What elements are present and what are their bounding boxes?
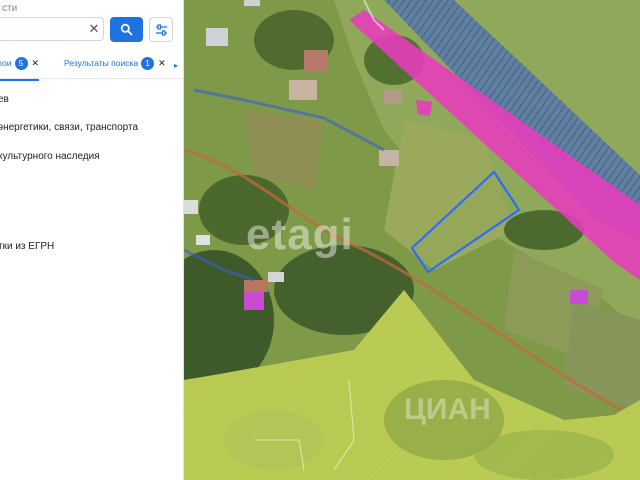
building: [304, 50, 328, 72]
satellite-map[interactable]: etagi ЦИАН: [184, 0, 640, 480]
tab-search-results[interactable]: Результаты поиска 1 ✕: [64, 57, 166, 75]
building: [379, 150, 399, 166]
tabs-divider: [0, 78, 183, 79]
tab-label: лои: [0, 57, 12, 68]
clear-icon[interactable]: ✕: [86, 21, 102, 37]
building: [206, 28, 228, 46]
search-button[interactable]: [110, 17, 143, 42]
building: [184, 200, 198, 214]
watermark: ЦИАН: [404, 393, 491, 426]
left-panel: сти ✕ лои5✕ Результаты поиска1✕ ▸ ев эне…: [0, 0, 184, 480]
forest-canopy: [474, 430, 614, 480]
building-highlighted: [570, 290, 588, 304]
chevron-right-icon[interactable]: ▸: [174, 61, 178, 70]
building: [289, 80, 317, 100]
road-zone: [416, 100, 432, 116]
layer-item[interactable]: тки из ЕГРН: [0, 241, 54, 252]
close-icon[interactable]: ✕: [158, 58, 166, 69]
building: [268, 272, 284, 282]
building: [196, 235, 210, 245]
search-icon: [120, 23, 133, 36]
filter-button[interactable]: [149, 17, 173, 42]
watermark: etagi: [246, 210, 354, 259]
search-hint-text: сти: [2, 3, 18, 14]
close-icon[interactable]: ✕: [32, 58, 40, 69]
tab-count-badge: 5: [14, 57, 28, 70]
building: [244, 280, 268, 292]
building: [384, 90, 402, 104]
building-highlighted: [244, 290, 264, 310]
filter-sliders-icon: [156, 24, 167, 36]
layer-item[interactable]: ев: [0, 94, 9, 105]
layer-item[interactable]: культурного наследия: [0, 151, 100, 162]
tab-label: Результаты поиска: [64, 57, 139, 68]
tab-count-badge: 1: [141, 57, 155, 70]
panel-tabs: лои5✕ Результаты поиска1✕ ▸: [0, 52, 183, 81]
layer-item[interactable]: энергетики, связи, транспорта: [0, 122, 138, 133]
building: [244, 0, 260, 6]
